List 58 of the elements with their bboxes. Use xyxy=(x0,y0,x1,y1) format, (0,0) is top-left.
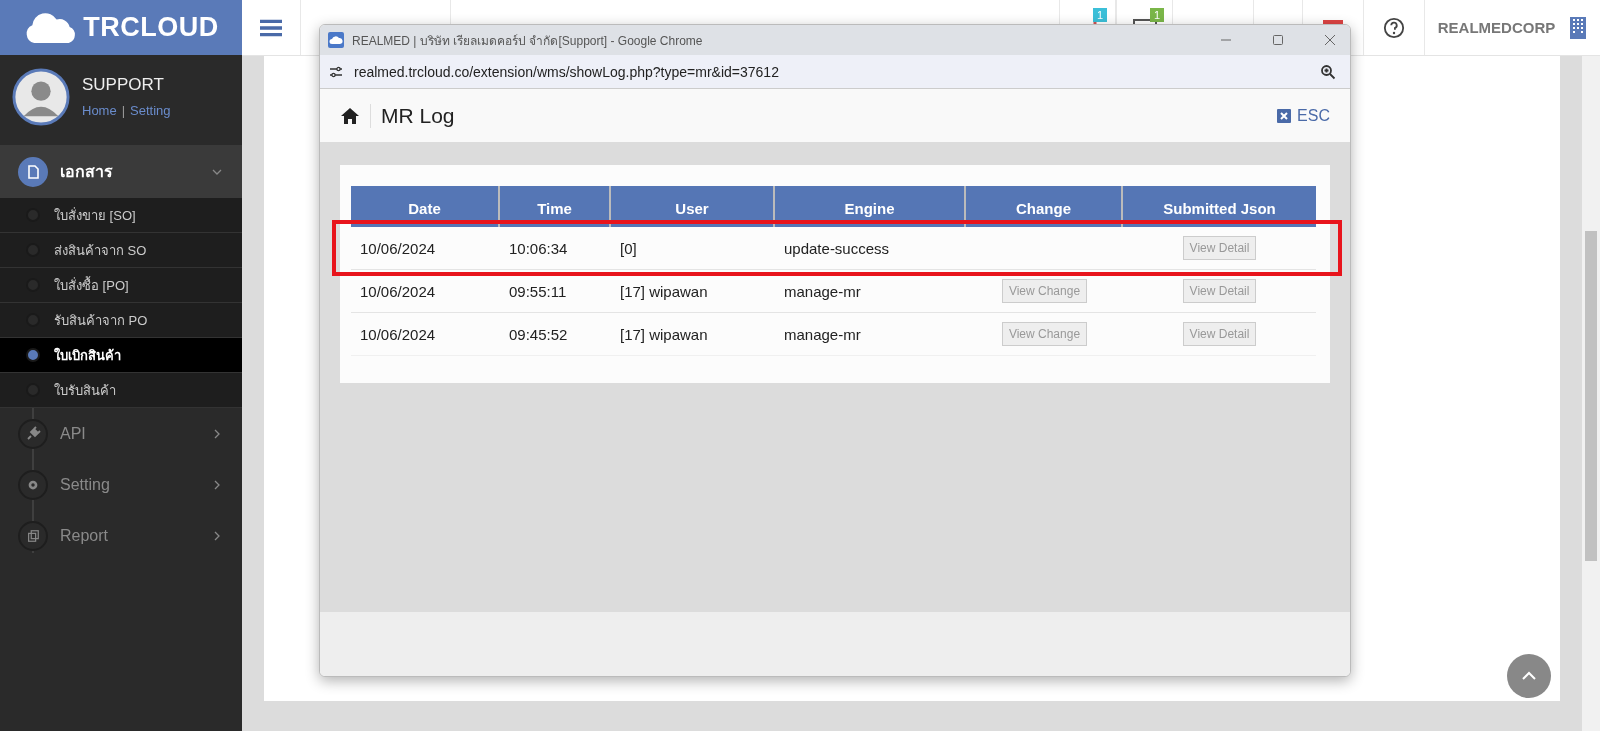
chevron-icon xyxy=(212,530,222,541)
page-title: MR Log xyxy=(381,103,455,128)
sidebar-item[interactable]: ใบรับสินค้า xyxy=(0,373,242,408)
sidebar-item[interactable]: ใบสั่งขาย [SO] xyxy=(0,198,242,233)
chevron-up-icon xyxy=(1521,671,1537,681)
sidebar-item[interactable]: ส่งสินค้าจาก SO xyxy=(0,233,242,268)
chevron-icon xyxy=(212,428,222,439)
section-icon xyxy=(18,156,48,187)
notification-badge: 1 xyxy=(1149,8,1164,22)
notification-badge: 1 xyxy=(1092,8,1107,22)
table-cell-text: [0] xyxy=(619,238,638,259)
home-icon[interactable] xyxy=(340,106,360,125)
logo-text: TRCLOUD xyxy=(83,12,219,43)
section-icon xyxy=(18,469,48,500)
sidebar-section[interactable]: Setting xyxy=(0,459,242,510)
close-icon[interactable] xyxy=(1324,34,1336,46)
close-icon xyxy=(1277,108,1292,123)
setting-link[interactable]: Setting xyxy=(130,103,171,118)
table-cell-text: 10:06:34 xyxy=(508,238,569,259)
scrollbar-thumb[interactable] xyxy=(1585,231,1597,561)
table-cell-text: manage-mr xyxy=(783,324,862,345)
view-detail-button[interactable]: View Detail xyxy=(1182,236,1257,260)
view-change-button[interactable]: View Change xyxy=(1001,322,1088,346)
column-header: Submitted Json xyxy=(1162,199,1277,219)
view-change-button[interactable]: View Change xyxy=(1001,279,1088,303)
table-cell-text: 10/06/2024 xyxy=(359,281,437,302)
user-name: SUPPORT xyxy=(82,75,165,95)
view-detail-button[interactable]: View Detail xyxy=(1182,322,1257,346)
sidebar-item[interactable]: ใบเบิกสินค้า xyxy=(0,338,242,373)
table-cell-text: 09:55:11 xyxy=(508,281,568,302)
table-cell-text: [17] wipawan xyxy=(619,281,709,302)
table-cell-text: [17] wipawan xyxy=(619,324,709,345)
sidebar-item[interactable]: ใบสั่งซื้อ [PO] xyxy=(0,268,242,303)
avatar xyxy=(12,67,70,126)
table-cell-text: 09:45:52 xyxy=(508,324,569,345)
sidebar-section[interactable]: Report xyxy=(0,510,242,561)
help-icon[interactable] xyxy=(1383,16,1405,39)
maximize-icon[interactable] xyxy=(1272,34,1284,46)
window-title: REALMED | บริษัท เรียลเมดคอร์ป จำกัด[Support] - Google Chrome xyxy=(352,32,703,50)
section-icon xyxy=(18,418,48,449)
table-cell-text: 10/06/2024 xyxy=(359,324,437,345)
esc-button[interactable]: ESC xyxy=(1277,106,1330,125)
sidebar-section[interactable]: เอกสาร xyxy=(0,145,242,198)
menu-icon[interactable] xyxy=(260,18,282,37)
table-cell-text: update-success xyxy=(783,238,891,259)
separator: | xyxy=(121,103,126,118)
company-name: REALMEDCORP xyxy=(1437,19,1556,36)
sidebar-item[interactable]: รับสินค้าจาก PO xyxy=(0,303,242,338)
table-cell-text: manage-mr xyxy=(783,281,862,302)
zoom-icon[interactable] xyxy=(1320,63,1336,80)
home-link[interactable]: Home xyxy=(82,103,117,118)
section-icon xyxy=(18,520,48,551)
sidebar-section[interactable]: API xyxy=(0,408,242,459)
view-detail-button[interactable]: View Detail xyxy=(1182,279,1257,303)
building-icon xyxy=(1569,15,1588,40)
table-cell-text: 10/06/2024 xyxy=(359,238,437,259)
chevron-icon xyxy=(212,479,222,490)
cloud-icon xyxy=(328,32,344,48)
